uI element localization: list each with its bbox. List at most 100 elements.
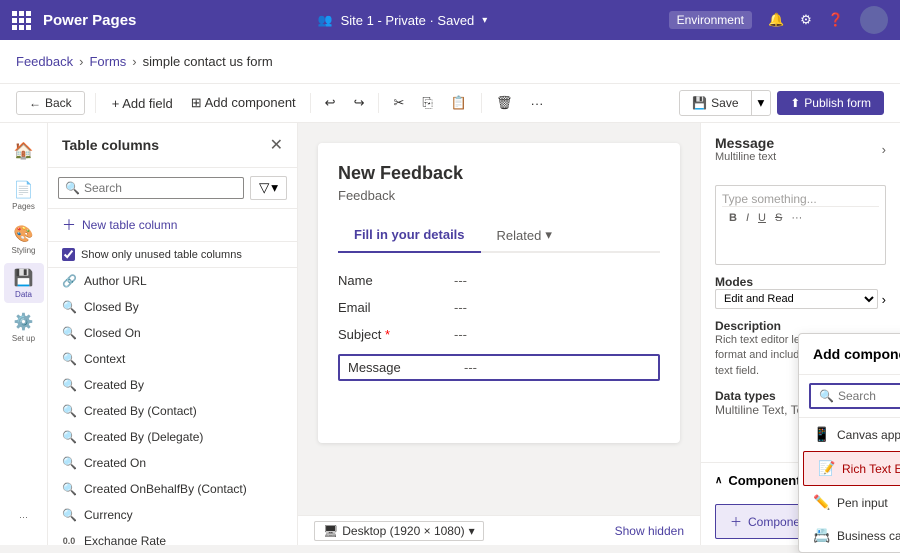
- save-dropdown-button[interactable]: ▾: [751, 91, 771, 115]
- filter-button[interactable]: ▽ ▾: [250, 176, 287, 200]
- undo-button[interactable]: ↩: [319, 91, 342, 115]
- nav-item-setup[interactable]: ⚙️ Set up: [4, 307, 44, 347]
- field-label-name: Name: [338, 273, 438, 288]
- redo-button[interactable]: ↪: [348, 91, 371, 115]
- right-panel-chevron-icon[interactable]: ›: [882, 142, 886, 157]
- editor-italic-button[interactable]: I: [743, 211, 752, 225]
- required-asterisk: *: [385, 327, 390, 342]
- copy-button[interactable]: ⎘: [416, 91, 438, 115]
- editor-toolbar: B I U S ···: [722, 206, 879, 229]
- tab-related[interactable]: Related ▾: [481, 219, 568, 251]
- site-status[interactable]: Site 1 - Private · Saved: [341, 13, 475, 28]
- modes-select-row: Edit and Read ›: [715, 289, 886, 309]
- list-item[interactable]: 🔗 Author URL: [48, 268, 297, 294]
- form-area-wrapper: New Feedback Feedback Fill in your detai…: [298, 123, 700, 545]
- editor-underline-button[interactable]: U: [755, 211, 769, 225]
- rich-text-editor-item[interactable]: 📝 Rich Text Editor Control: [803, 451, 900, 486]
- unused-columns-toggle[interactable]: Show only unused table columns: [48, 242, 297, 268]
- add-column-button[interactable]: ＋ New table column: [48, 209, 297, 242]
- save-icon: 💾: [692, 96, 707, 110]
- related-chevron-icon: ▾: [545, 227, 552, 243]
- list-item[interactable]: 🔍 Created By (Delegate): [48, 424, 297, 450]
- nav-item-data[interactable]: 💾 Data: [4, 263, 44, 303]
- created-on-icon: 🔍: [62, 456, 76, 470]
- show-hidden-button[interactable]: Show hidden: [615, 524, 684, 538]
- modes-select[interactable]: Edit and Read: [715, 289, 878, 309]
- modes-chevron-icon: ›: [882, 292, 886, 307]
- form-toolbar: ← Back + Add field ⊞ Add component ↩ ↪ ✂…: [0, 84, 900, 123]
- sep2: [310, 93, 311, 113]
- business-card-item[interactable]: 📇 Business card reader: [799, 519, 900, 552]
- editor-bold-button[interactable]: B: [726, 211, 740, 225]
- styling-label: Styling: [11, 246, 35, 255]
- column-search-input[interactable]: [84, 181, 237, 195]
- list-item[interactable]: 🔍 Created OnBehalfBy (Contact): [48, 476, 297, 502]
- sep1: [95, 93, 96, 113]
- tab-fill-in-details[interactable]: Fill in your details: [338, 219, 481, 251]
- table-columns-panel: Table columns ✕ 🔍 ▽ ▾ ＋ New table column…: [48, 123, 298, 545]
- publish-form-button[interactable]: ⬆ Publish form: [777, 91, 884, 115]
- components-chevron-icon[interactable]: ∧: [715, 475, 722, 486]
- bottom-bar: 🖥 Desktop (1920 × 1080) ▾ Show hidden: [298, 515, 700, 545]
- plus-icon: +: [112, 96, 120, 111]
- unused-checkbox[interactable]: [62, 248, 75, 261]
- save-button[interactable]: 💾 Save: [680, 92, 750, 114]
- canvas-app-icon: 📱: [813, 426, 829, 443]
- list-item[interactable]: 🔍 Created By (Contact): [48, 398, 297, 424]
- editor-strikethrough-button[interactable]: S: [772, 211, 785, 225]
- settings-icon[interactable]: ⚙: [800, 12, 812, 28]
- editor-more-button[interactable]: ···: [788, 211, 805, 225]
- back-icon: ←: [29, 96, 41, 110]
- sep4: [481, 93, 482, 113]
- add-component-button[interactable]: ⊞ Add component: [185, 91, 302, 115]
- author-url-icon: 🔗: [62, 274, 76, 288]
- component-plus-icon: ＋: [730, 513, 742, 530]
- app-logo: Power Pages: [12, 11, 136, 30]
- list-item[interactable]: 🔍 Context: [48, 346, 297, 372]
- close-panel-button[interactable]: ✕: [270, 135, 283, 155]
- paste-button[interactable]: 📋: [445, 91, 473, 115]
- more-button[interactable]: ···: [525, 92, 550, 115]
- list-item[interactable]: 🔍 Closed On: [48, 320, 297, 346]
- delete-button[interactable]: 🗑: [490, 91, 519, 115]
- breadcrumb-part1[interactable]: Feedback: [16, 54, 73, 69]
- field-message[interactable]: Message ---: [338, 354, 660, 381]
- right-panel-title-group: Message Multiline text: [715, 135, 776, 163]
- breadcrumb-part2[interactable]: Forms: [89, 54, 126, 69]
- list-item[interactable]: 🔍 Closed By: [48, 294, 297, 320]
- form-canvas: New Feedback Feedback Fill in your detai…: [318, 143, 680, 443]
- column-search-box[interactable]: 🔍: [58, 177, 244, 199]
- field-value-name: ---: [454, 273, 467, 288]
- business-card-icon: 📇: [813, 527, 829, 544]
- panel-header: Table columns ✕: [48, 123, 297, 168]
- description-label: Description: [715, 319, 886, 333]
- nav-item-styling[interactable]: 🎨 Styling: [4, 219, 44, 259]
- modal-search-box[interactable]: 🔍: [809, 383, 900, 409]
- editor-placeholder: Type something...: [722, 192, 879, 206]
- add-component-modal: Add component 🔍 📱 Canvas app 📝 Rich Text…: [798, 333, 900, 553]
- desktop-selector[interactable]: 🖥 Desktop (1920 × 1080) ▾: [314, 521, 484, 541]
- bell-icon[interactable]: 🔔: [768, 12, 784, 28]
- list-item[interactable]: 🔍 Created On: [48, 450, 297, 476]
- field-value-subject: ---: [454, 327, 467, 342]
- pen-input-item[interactable]: ✏️ Pen input: [799, 486, 900, 519]
- help-icon[interactable]: ❓: [828, 12, 844, 28]
- filter-icon: ▽: [259, 180, 269, 196]
- list-item[interactable]: 🔍 Created By: [48, 372, 297, 398]
- cut-button[interactable]: ✂: [387, 91, 410, 115]
- created-by-icon: 🔍: [62, 378, 76, 392]
- nav-item-pages[interactable]: 📄 Pages: [4, 175, 44, 215]
- canvas-app-item[interactable]: 📱 Canvas app: [799, 418, 900, 451]
- add-field-button[interactable]: + Add field: [106, 92, 179, 115]
- nav-item-home[interactable]: 🏠: [4, 131, 44, 171]
- setup-icon: ⚙️: [14, 312, 34, 332]
- unused-label: Show only unused table columns: [81, 249, 242, 261]
- list-item[interactable]: 0.0 Exchange Rate: [48, 528, 297, 545]
- back-button[interactable]: ← Back: [16, 91, 85, 115]
- avatar[interactable]: [860, 6, 888, 34]
- nav-more[interactable]: ···: [4, 497, 44, 537]
- modal-search-input[interactable]: [838, 389, 900, 403]
- text-editor-area[interactable]: Type something... B I U S ···: [715, 185, 886, 265]
- home-icon: 🏠: [14, 141, 34, 161]
- field-name: Name ---: [338, 273, 660, 288]
